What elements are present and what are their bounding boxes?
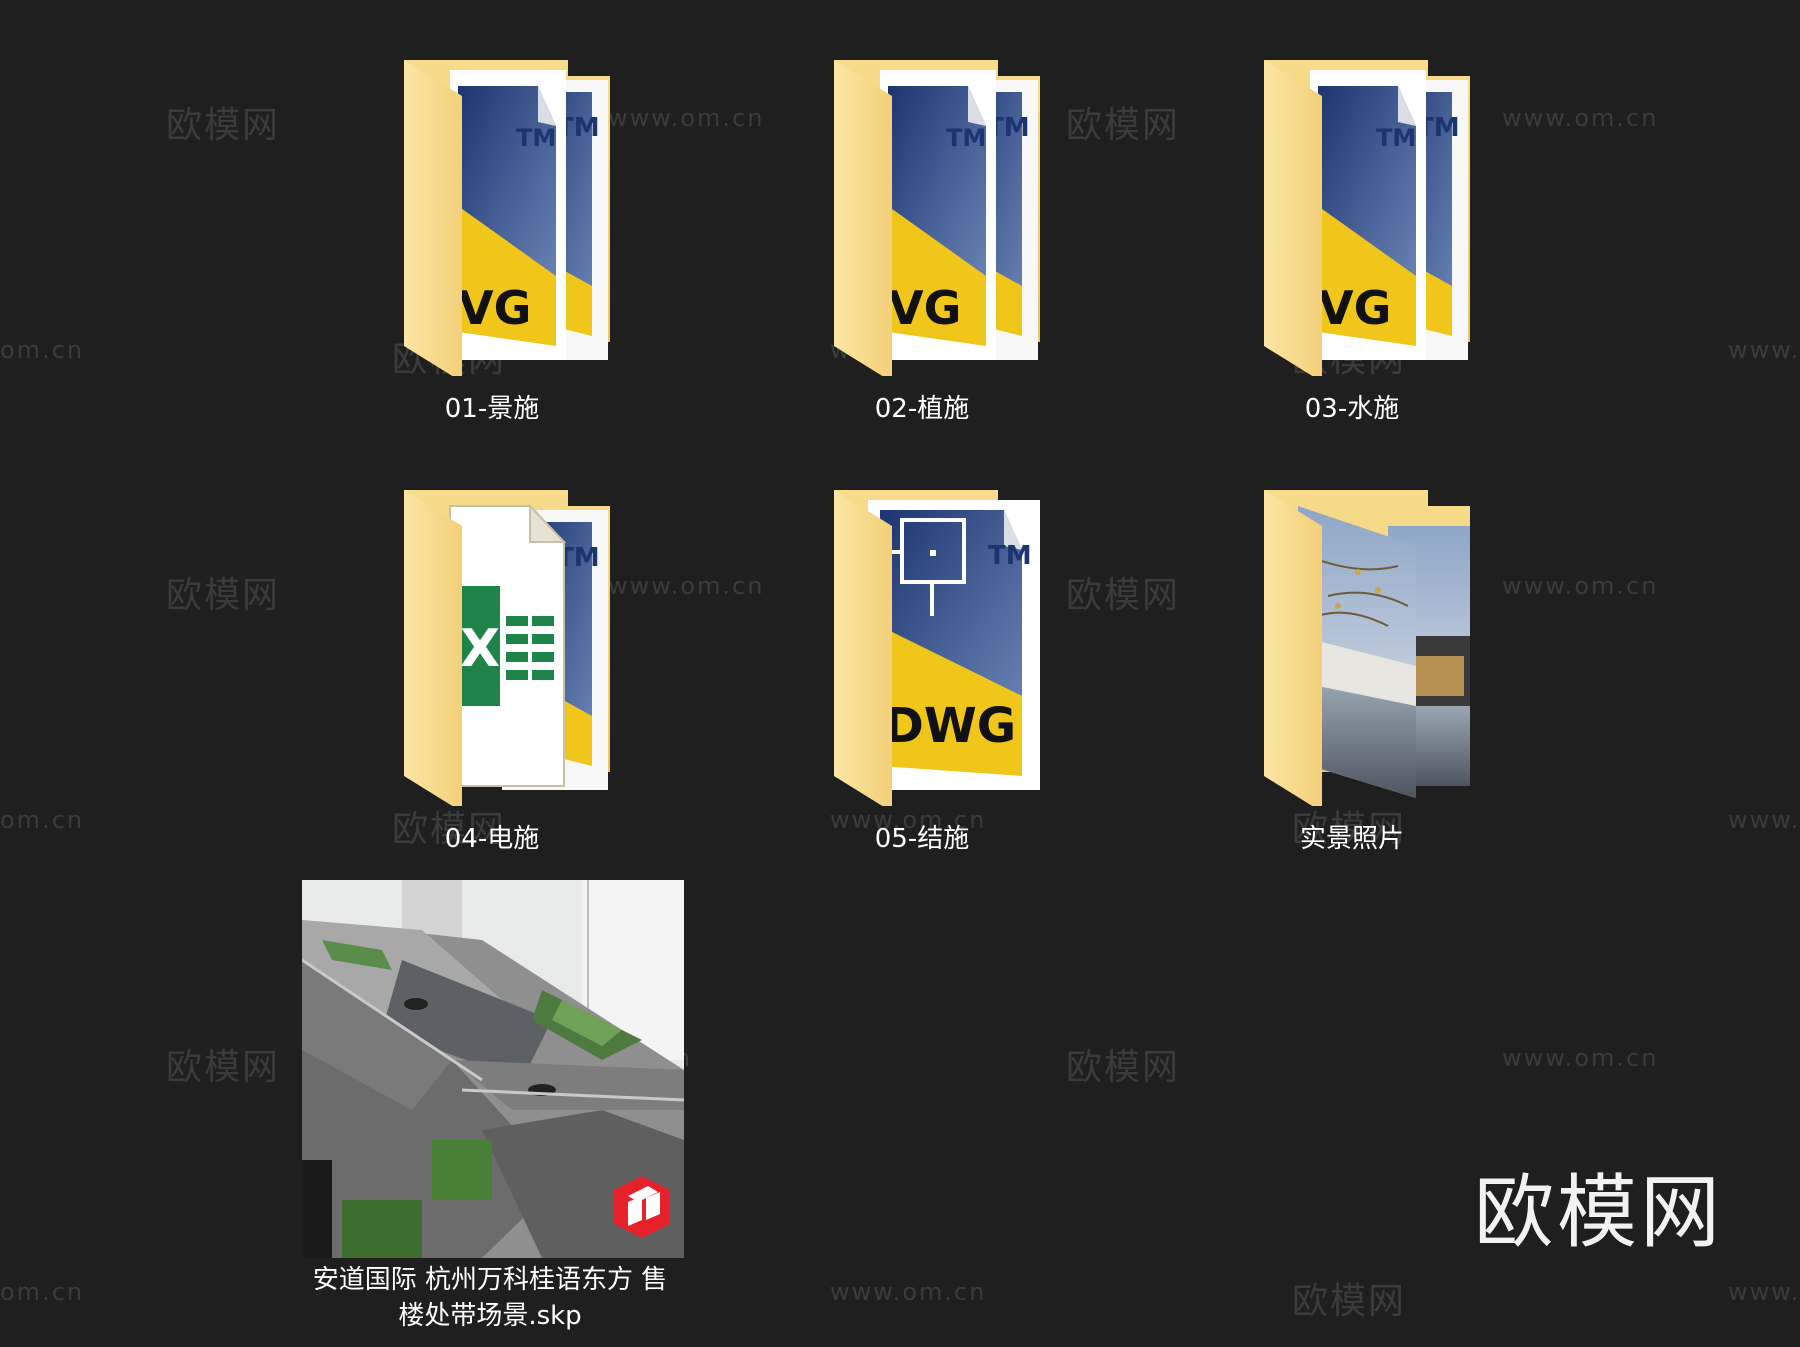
sketchup-model-thumbnail (302, 880, 684, 1258)
dwg-folder-icon: TM TM VG (404, 60, 610, 376)
svg-text:TM: TM (1376, 124, 1416, 152)
folder-label: 实景照片 (1299, 824, 1404, 854)
folder-label: 04-电施 (444, 824, 540, 854)
file-grid: TM TM VG 01-景施 TM TM VG 02-植施 TM TM VG 0… (0, 0, 1800, 1347)
svg-text:VG: VG (1318, 281, 1391, 335)
svg-text:TM: TM (988, 541, 1032, 571)
photo-folder-icon (1264, 490, 1470, 806)
dwg-folder-icon: TM TM VG (834, 60, 1040, 376)
folder-label: 01-景施 (444, 394, 540, 424)
folder-label: 05-结施 (874, 824, 970, 854)
svg-text:VG: VG (458, 281, 531, 335)
excel-dwg-folder-icon: TM X (404, 490, 610, 806)
svg-text:X: X (460, 619, 500, 679)
dwg-folder-icon: TM TM VG (1264, 60, 1470, 376)
skp-file-label-line2: 楼处带场景.skp (398, 1301, 582, 1331)
folder-label: 03-水施 (1304, 394, 1400, 424)
svg-text:VG: VG (888, 281, 961, 335)
dwg-folder-icon: TM DWG (834, 490, 1040, 806)
skp-file-label: 安道国际 杭州万科桂语东方 售 楼处带场景.skp (280, 1262, 700, 1334)
svg-text:TM: TM (516, 124, 556, 152)
skp-file-label-line1: 安道国际 杭州万科桂语东方 售 (312, 1265, 668, 1295)
svg-text:TM: TM (946, 124, 986, 152)
folder-label: 02-植施 (874, 394, 970, 424)
brand-watermark: 欧模网 (1474, 1166, 1723, 1259)
svg-text:DWG: DWG (884, 698, 1016, 754)
